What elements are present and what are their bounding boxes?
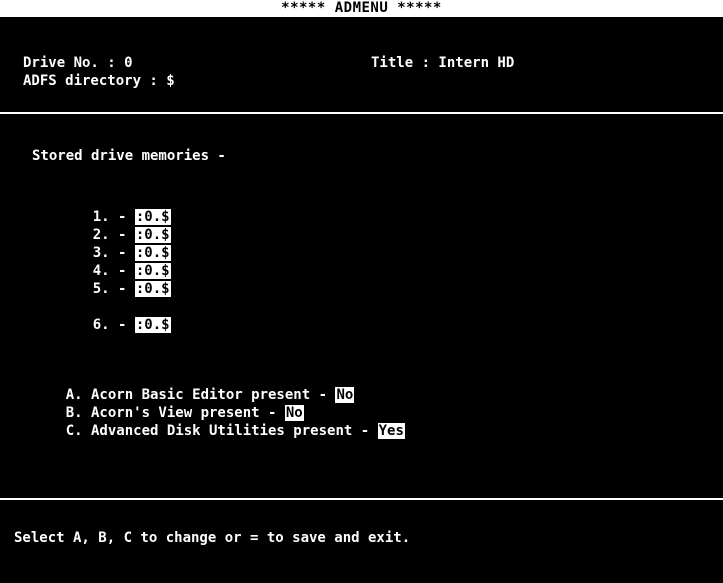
disk-title: Title : Intern HD [371, 55, 515, 71]
menu-title: ***** ADMENU ***** [0, 0, 723, 17]
memory-value[interactable]: :0.$ [134, 281, 171, 297]
option-value[interactable]: No [335, 387, 355, 403]
drive-memory-6[interactable]: 6. - :0.$ [59, 301, 171, 349]
memory-value[interactable]: :0.$ [134, 317, 171, 333]
memories-heading: Stored drive memories - [32, 148, 226, 164]
memory-index: 6. - [92, 317, 135, 333]
adfs-directory: ADFS directory : $ [23, 73, 175, 89]
option-disk-utilities[interactable]: C. Advanced Disk Utilities present - Yes [32, 407, 405, 455]
drive-number: Drive No. : 0 [23, 55, 133, 71]
memory-index: 5. - [92, 281, 135, 297]
top-divider [0, 112, 723, 114]
option-value[interactable]: Yes [377, 423, 405, 439]
option-label: C. Advanced Disk Utilities present - [65, 423, 378, 439]
terminal-screen: ***** ADMENU ***** Drive No. : 0 ADFS di… [0, 0, 723, 583]
bottom-divider [0, 498, 723, 500]
footer-prompt: Select A, B, C to change or = to save an… [14, 530, 411, 546]
